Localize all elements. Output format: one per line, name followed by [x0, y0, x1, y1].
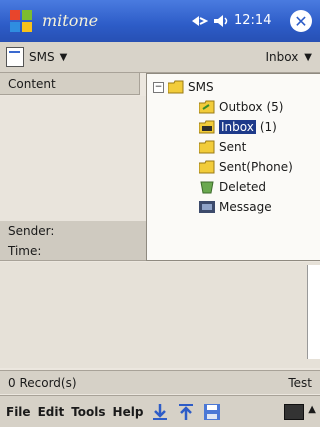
trash-icon [200, 181, 214, 194]
close-button[interactable]: ✕ [290, 10, 312, 32]
message-icon [199, 201, 215, 213]
tree-item-label: Sent(Phone) [219, 160, 293, 174]
record-count: 0 Record(s) [8, 375, 77, 390]
chevron-down-icon: ▼ [304, 51, 312, 63]
menu-file[interactable]: File [6, 405, 31, 419]
title-bar: mitone 12:14 ✕ [0, 0, 320, 43]
tree-item-sent-phone[interactable]: Sent(Phone) [199, 160, 293, 174]
menu-bar: File Edit Tools Help ▲ [0, 395, 320, 427]
windows-start-icon[interactable] [6, 6, 36, 36]
inbox-icon [199, 120, 215, 134]
sender-label: Sender: [8, 224, 55, 238]
tree-item-label: Inbox [219, 120, 256, 134]
tree-item-sent[interactable]: Sent [199, 140, 246, 154]
save-icon[interactable] [202, 402, 222, 422]
tree-item-label: Sent [219, 140, 247, 154]
tree-item-outbox[interactable]: Outbox (5) [199, 100, 283, 114]
menu-tools[interactable]: Tools [71, 405, 105, 419]
input-chevron-icon[interactable]: ▲ [308, 404, 316, 415]
column-header-content[interactable]: Content [0, 73, 140, 95]
tree-item-label: Message [219, 200, 272, 214]
tree-root[interactable]: − SMS [153, 80, 214, 94]
tree-item-count: (5) [266, 100, 284, 114]
clock[interactable]: 12:14 [234, 13, 271, 28]
message-body[interactable] [0, 262, 320, 368]
tree-item-label: Outbox [219, 100, 263, 114]
sent-icon [199, 140, 215, 154]
folder-dropdown[interactable]: SMS ▼ [6, 47, 67, 67]
collapse-icon[interactable]: − [153, 81, 164, 93]
volume-icon[interactable] [212, 12, 230, 30]
tree-item-label: Deleted [219, 180, 267, 194]
folder-dropdown-label: SMS [29, 50, 55, 64]
outbox-icon [199, 100, 215, 114]
tree-item-deleted[interactable]: Deleted [199, 180, 266, 194]
column-header-label: Content [8, 76, 56, 91]
send-icon[interactable] [176, 402, 196, 422]
folder-icon [168, 80, 184, 94]
tree-item-message[interactable]: Message [199, 200, 272, 214]
app-title: mitone [42, 11, 99, 30]
view-dropdown[interactable]: Inbox ▼ [265, 47, 312, 67]
status-bar: 0 Record(s) Test [0, 370, 320, 394]
connectivity-icon[interactable] [190, 12, 208, 30]
menu-edit[interactable]: Edit [38, 405, 65, 419]
tree-root-label: SMS [188, 80, 214, 94]
folder-tree-popup: − SMS Outbox (5) Inbox (1) Sent Sent(Phone… [146, 73, 320, 261]
document-icon [6, 47, 24, 67]
toolbar: SMS ▼ Inbox ▼ [0, 42, 320, 73]
receive-icon[interactable] [150, 402, 170, 422]
tree-item-inbox[interactable]: Inbox (1) [199, 120, 277, 134]
time-label: Time: [8, 243, 42, 258]
sent-phone-icon [199, 160, 215, 174]
scrollbar[interactable] [307, 265, 320, 359]
chevron-down-icon: ▼ [59, 51, 68, 63]
keyboard-icon[interactable] [284, 404, 304, 420]
view-dropdown-label: Inbox [265, 50, 299, 64]
tree-item-count: (1) [259, 120, 277, 134]
status-right-text: Test [288, 375, 312, 390]
menu-help[interactable]: Help [113, 405, 144, 419]
